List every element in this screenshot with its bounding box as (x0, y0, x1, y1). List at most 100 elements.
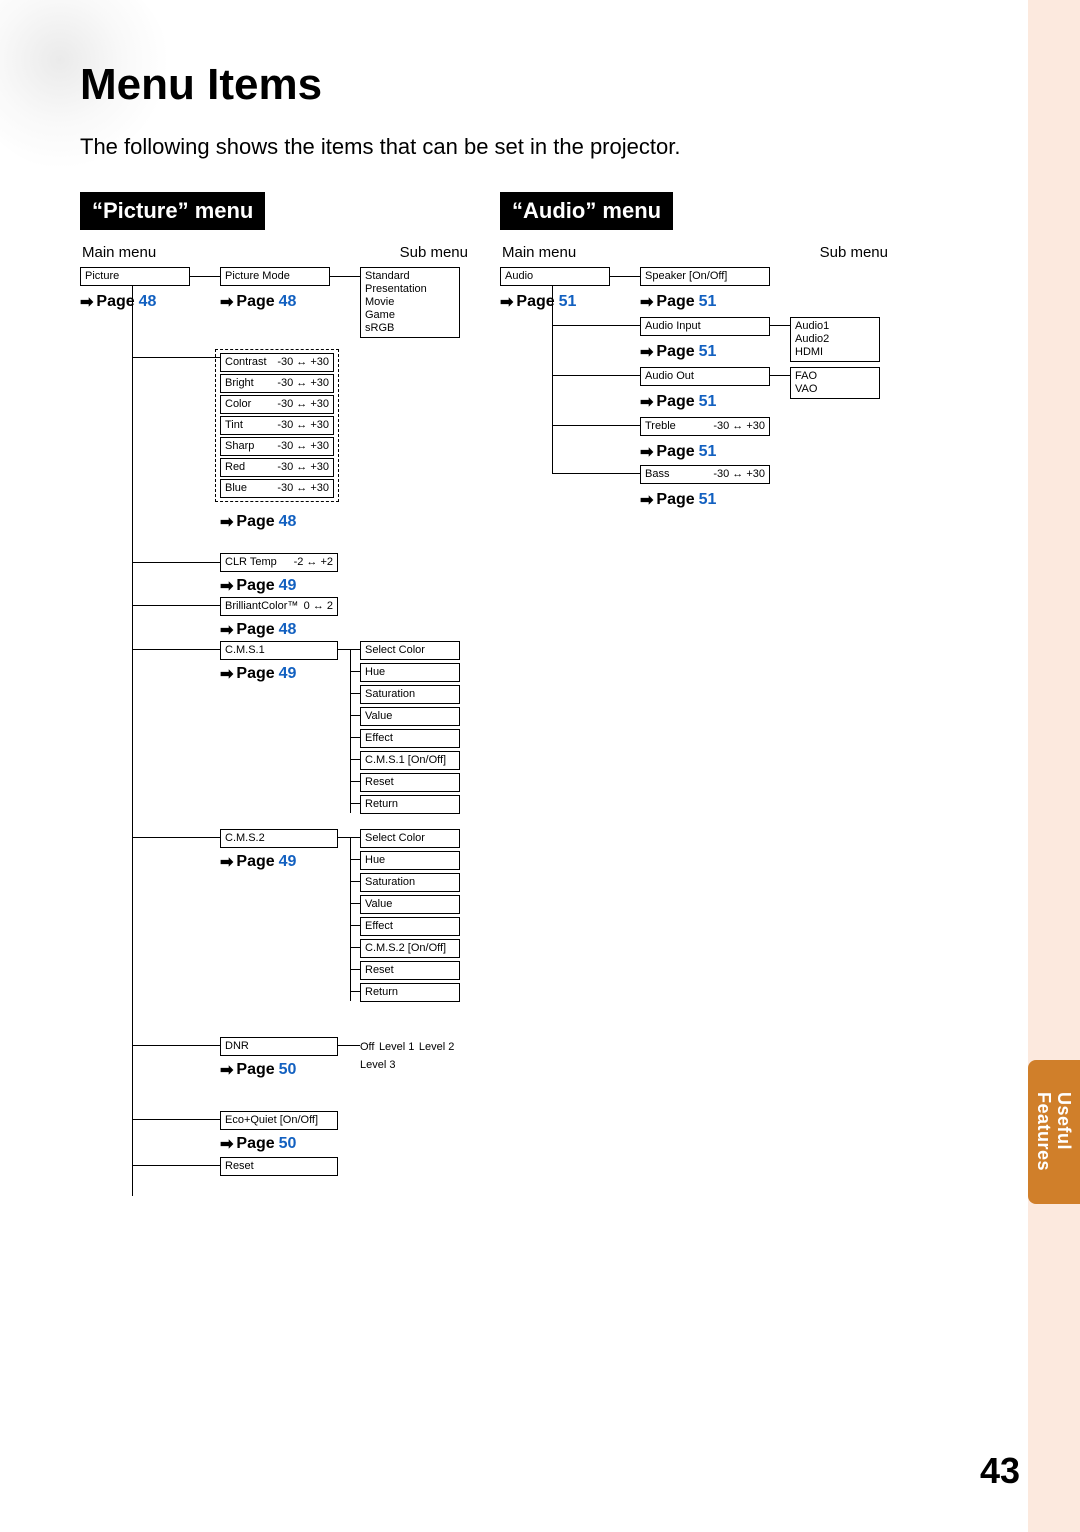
audio-out-pageref[interactable]: ➡ Page 51 (640, 392, 716, 412)
audio-input-box: Audio Input (640, 317, 770, 336)
eco-quiet-label: Eco+Quiet [On/Off] (225, 1114, 318, 1126)
adjust-name: Sharp (225, 440, 254, 453)
cms1-item: Value (360, 707, 460, 726)
page-num: 51 (699, 293, 717, 311)
label-sub-menu: Sub menu (220, 244, 470, 261)
cms1-item-label: Hue (365, 666, 385, 678)
page-num: 49 (279, 853, 297, 871)
cms2-pageref[interactable]: ➡ Page 49 (220, 852, 296, 872)
conn (132, 1119, 220, 1120)
cms1-pageref[interactable]: ➡ Page 49 (220, 664, 296, 684)
option: Presentation (365, 283, 455, 296)
cms1-item-label: Effect (365, 732, 393, 744)
cms2-item: Hue (360, 851, 460, 870)
picture-adjust-pageref[interactable]: ➡ Page 48 (220, 512, 296, 532)
eco-quiet-pageref[interactable]: ➡ Page 50 (220, 1134, 296, 1154)
picture-labels: Main menu Sub menu (80, 244, 470, 261)
picture-main-box: Picture (80, 267, 190, 286)
audio-out-box: Audio Out (640, 367, 770, 386)
page-label: Page (656, 293, 694, 311)
audio-out-options: FAO VAO (790, 367, 880, 399)
page-label: Page (236, 577, 274, 595)
conn (190, 276, 220, 277)
page-num: 51 (699, 491, 717, 509)
cms2-item-label: C.M.S.2 [On/Off] (365, 942, 446, 954)
dnr-pageref[interactable]: ➡ Page 50 (220, 1060, 296, 1080)
conn (132, 605, 220, 606)
arrow-icon: ➡ (640, 490, 653, 510)
cms2-vline (350, 837, 351, 1001)
audio-input-option: HDMI (795, 346, 875, 359)
cms1-vline (350, 649, 351, 813)
adjust-range: -30 ↔ +30 (277, 482, 329, 495)
cms2-item: Value (360, 895, 460, 914)
bass-pageref[interactable]: ➡ Page 51 (640, 490, 716, 510)
arrow-icon: ➡ (220, 1134, 233, 1154)
adjust-name: Bright (225, 377, 254, 390)
conn (350, 693, 360, 694)
audio-input-pageref[interactable]: ➡ Page 51 (640, 342, 716, 362)
picture-adjust-group: Contrast-30 ↔ +30 Bright-30 ↔ +30 Color-… (215, 349, 339, 502)
cms1-item-label: Saturation (365, 688, 415, 700)
cms1-box: C.M.S.1 (220, 641, 338, 660)
page-num: 48 (139, 293, 157, 311)
conn (350, 837, 360, 838)
picture-mode-box: Picture Mode (220, 267, 330, 286)
conn (132, 1045, 220, 1046)
audio-main-label: Audio (505, 270, 533, 282)
page-num: 48 (279, 293, 297, 311)
intro-text: The following shows the items that can b… (80, 134, 1000, 160)
conn (552, 473, 640, 474)
dnr-option: Level 1 (379, 1041, 414, 1053)
adjust-range: -30 ↔ +30 (277, 398, 329, 411)
dnr-option: Level 3 (360, 1059, 395, 1071)
label-main-menu: Main menu (80, 244, 220, 261)
conn (132, 562, 220, 563)
cms1-item: C.M.S.1 [On/Off] (360, 751, 460, 770)
page-num: 51 (559, 293, 577, 311)
picture-main-pageref[interactable]: ➡ Page 48 (80, 292, 156, 312)
conn (330, 276, 360, 277)
audio-menu-header: “Audio” menu (500, 192, 673, 230)
dnr-box: DNR (220, 1037, 338, 1056)
adjust-item: Bright-30 ↔ +30 (220, 374, 334, 393)
cms2-item-label: Reset (365, 964, 394, 976)
clr-temp-pageref[interactable]: ➡ Page 49 (220, 576, 296, 596)
conn (350, 925, 360, 926)
cms1-item: Effect (360, 729, 460, 748)
brilliant-pageref[interactable]: ➡ Page 48 (220, 620, 296, 640)
page-label: Page (656, 443, 694, 461)
page-title: Menu Items (80, 60, 1000, 110)
conn (350, 737, 360, 738)
label-sub-menu: Sub menu (640, 244, 890, 261)
conn (132, 1165, 220, 1166)
dnr-option: Level 2 (419, 1041, 454, 1053)
treble-pageref[interactable]: ➡ Page 51 (640, 442, 716, 462)
clr-temp-box: CLR Temp -2 ↔ +2 (220, 553, 338, 572)
brilliant-range: 0 ↔ 2 (304, 600, 333, 613)
conn (552, 425, 640, 426)
conn (350, 947, 360, 948)
audio-out-option: FAO (795, 370, 875, 383)
audio-tree: Audio ➡ Page 51 Speaker [On/Off] ➡ Page … (500, 267, 890, 527)
cms1-item-label: C.M.S.1 [On/Off] (365, 754, 446, 766)
conn (338, 1045, 360, 1046)
picture-mode-pageref[interactable]: ➡ Page 48 (220, 292, 296, 312)
option: Game (365, 309, 455, 322)
cms1-label: C.M.S.1 (225, 644, 265, 656)
cms1-item-label: Reset (365, 776, 394, 788)
cms1-item: Select Color (360, 641, 460, 660)
cms1-item-label: Select Color (365, 644, 425, 656)
adjust-item: Blue-30 ↔ +30 (220, 479, 334, 498)
cms2-item: Reset (360, 961, 460, 980)
page-num: 49 (279, 577, 297, 595)
audio-main-pageref[interactable]: ➡ Page 51 (500, 292, 576, 312)
picture-trunk (132, 276, 133, 1196)
arrow-icon: ➡ (640, 442, 653, 462)
adjust-name: Color (225, 398, 251, 411)
conn (350, 715, 360, 716)
page-num: 51 (699, 393, 717, 411)
speaker-pageref[interactable]: ➡ Page 51 (640, 292, 716, 312)
audio-out-label: Audio Out (645, 370, 694, 382)
page-label: Page (236, 853, 274, 871)
